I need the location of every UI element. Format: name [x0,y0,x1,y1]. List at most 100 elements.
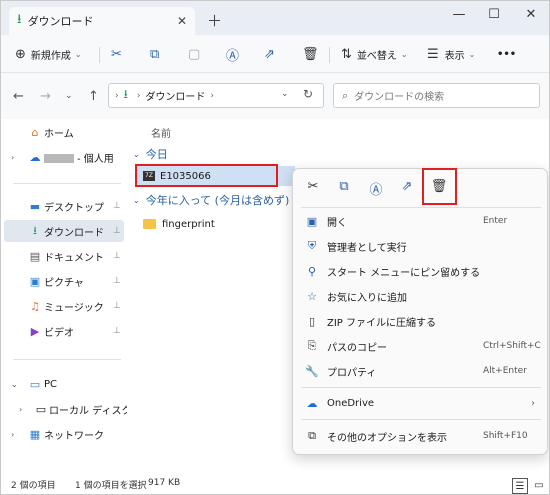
star-icon: ☆ [307,289,317,303]
tiles-view-icon[interactable]: ▭ [531,478,547,494]
zip-icon: ▯ [308,314,316,328]
rename-button[interactable]: Ⓐ [226,43,239,65]
group-header-this-year[interactable]: ⌄ 今年に入って (今月は含めず) [133,192,289,208]
new-tab-button[interactable]: ＋ [207,10,222,31]
home-icon: ⌂ [31,125,39,139]
download-icon: ⭳ [17,12,22,27]
close-window-button[interactable]: ✕ [517,5,545,25]
menu-item-shortcut: Enter [483,216,508,226]
breadcrumb-downloads[interactable]: ダウンロード [145,88,205,103]
sidebar-item-pc[interactable]: ⌄ ▭ PC [1,373,127,395]
sidebar-item-label: ビデオ [44,327,74,339]
share-icon[interactable]: ⇗ [398,179,416,194]
highlight-box-file [135,164,278,187]
share-icon: ⇗ [264,46,275,62]
chevron-right-icon[interactable]: › [19,405,22,414]
recent-chevron-icon[interactable]: ⌄ [65,91,73,101]
explorer-window: ⭳ ダウンロード ✕ ＋ — ☐ ✕ ⊕ 新規作成 ⌄ ✂ ⧉ ▢ Ⓐ ⇗ 🗑 … [0,0,550,495]
menu-item-run-as-admin[interactable]: ⛨ 管理者として実行 [297,234,545,258]
copy-icon[interactable]: ⧉ [335,179,353,194]
pin-icon: ⊥ [113,251,121,261]
shield-icon: ⛨ [307,239,317,252]
chevron-right-icon[interactable]: › [11,153,14,162]
chevron-right-icon: › [136,90,141,101]
context-quick-actions: ✂ ⧉ Ⓐ ⇗ 🗑 [293,169,549,205]
sidebar-item-documents[interactable]: ▤ ドキュメント ⊥ [1,245,127,267]
pin-icon: ⚲ [307,264,317,278]
copy-path-icon: ⎘ [307,339,317,352]
sidebar-item-label: ピクチャ [44,277,84,289]
sort-icon: ⇅ [341,46,352,62]
chevron-down-icon[interactable]: ⌄ [11,380,18,389]
sidebar-item-desktop[interactable]: ▬ デスクトップ ⊥ [1,195,127,217]
view-button[interactable]: ☰ 表示 ⌄ [427,43,475,65]
music-icon: ♫ [30,299,40,313]
pin-icon: ⊥ [113,226,121,236]
group-header-today[interactable]: ⌄ 今日 [133,146,168,162]
cut-button[interactable]: ✂ [111,43,122,65]
onedrive-icon: ☁ [306,396,318,410]
menu-divider [301,387,541,388]
back-arrow-icon[interactable]: ← [13,89,24,104]
view-label: 表示 [444,50,465,62]
menu-item-properties[interactable]: 🔧 プロパティ Alt+Enter [297,359,545,383]
share-button[interactable]: ⇗ [264,43,275,65]
chevron-right-icon[interactable]: › [11,430,14,439]
sidebar-item-local-disk[interactable]: › ▭ ローカル ディスク (C:) [1,398,153,420]
maximize-button[interactable]: ☐ [480,5,508,25]
menu-item-label: 開く [327,217,347,229]
chevron-right-icon: › [531,397,535,409]
new-label: 新規作成 [30,50,71,62]
rename-icon[interactable]: Ⓐ [367,179,385,198]
menu-item-copy-path[interactable]: ⎘ パスのコピー Ctrl+Shift+C [297,334,545,358]
menu-item-shortcut: Shift+F10 [483,431,528,441]
menu-item-pin-to-start[interactable]: ⚲ スタート メニューにピン留めする [297,259,545,283]
sidebar-item-network[interactable]: › ▦ ネットワーク [1,423,127,445]
menu-item-compress-zip[interactable]: ▯ ZIP ファイルに圧縮する [297,309,545,333]
tab-downloads[interactable]: ⭳ ダウンロード ✕ [9,7,195,35]
refresh-icon[interactable]: ↻ [303,87,313,101]
address-row: ← → ⌄ ↑ › ⭳ › ダウンロード › ⌄ ↻ ⌕ ダウンロードの検索 [1,73,549,119]
file-row[interactable]: fingerprint [143,215,215,233]
menu-item-onedrive[interactable]: ☁ OneDrive › [297,391,545,415]
tab-close-icon[interactable]: ✕ [177,14,187,28]
address-dropdown-icon[interactable]: ⌄ [281,89,289,99]
minimize-button[interactable]: — [445,5,473,25]
sidebar-item-home[interactable]: ⌂ ホーム [1,121,127,143]
menu-item-label: ZIP ファイルに圧縮する [327,317,437,329]
sidebar-item-downloads[interactable]: ⭳ ダウンロード ⊥ [4,220,124,242]
pin-icon: ⊥ [113,301,121,311]
up-arrow-icon[interactable]: ↑ [88,89,99,104]
cut-icon[interactable]: ✂ [304,179,322,194]
menu-item-more-options[interactable]: ⧉ その他のオプションを表示 Shift+F10 [297,424,545,448]
pc-icon: ▭ [29,377,41,391]
paste-button[interactable]: ▢ [188,43,200,65]
address-bar[interactable]: › ⭳ › ダウンロード › [108,83,324,108]
sidebar-item-label: デスクトップ [44,202,104,214]
sidebar-item-label: PC [44,378,58,390]
sidebar-item-videos[interactable]: ▶ ビデオ ⊥ [1,320,127,342]
sidebar-item-pictures[interactable]: ▣ ピクチャ ⊥ [1,270,127,292]
details-view-icon[interactable]: ☰ [512,478,528,494]
menu-item-open[interactable]: ▣ 開く Enter [297,209,545,233]
forward-arrow-icon[interactable]: → [40,89,51,104]
navigation-pane: ⌂ ホーム › ☁ - 個人用 ▬ デスクトップ ⊥ ⭳ ダウンロード ⊥ ▤ … [1,119,153,471]
sidebar-item-onedrive[interactable]: › ☁ - 個人用 [1,146,127,168]
menu-item-add-favorite[interactable]: ☆ お気に入りに追加 [297,284,545,308]
file-name: fingerprint [162,218,215,230]
menu-item-label: スタート メニューにピン留めする [327,267,481,279]
delete-button[interactable]: 🗑 [302,43,319,65]
menu-divider [301,207,541,208]
new-button[interactable]: ⊕ 新規作成 ⌄ [15,43,82,65]
column-header-name[interactable]: 名前 [151,125,171,140]
toolbar-divider [99,47,100,63]
more-button[interactable]: ••• [497,43,516,65]
context-menu: ✂ ⧉ Ⓐ ⇗ 🗑 ▣ 開く Enter ⛨ 管理者として実行 ⚲ スタート メ… [292,168,548,455]
menu-divider [301,419,541,420]
menu-item-shortcut: Ctrl+Shift+C [483,341,541,351]
copy-button[interactable]: ⧉ [150,43,159,65]
sidebar-item-music[interactable]: ♫ ミュージック ⊥ [1,295,127,317]
view-list-icon: ☰ [427,46,439,62]
sort-button[interactable]: ⇅ 並べ替え ⌄ [341,43,408,65]
search-input[interactable]: ⌕ ダウンロードの検索 [333,83,540,108]
